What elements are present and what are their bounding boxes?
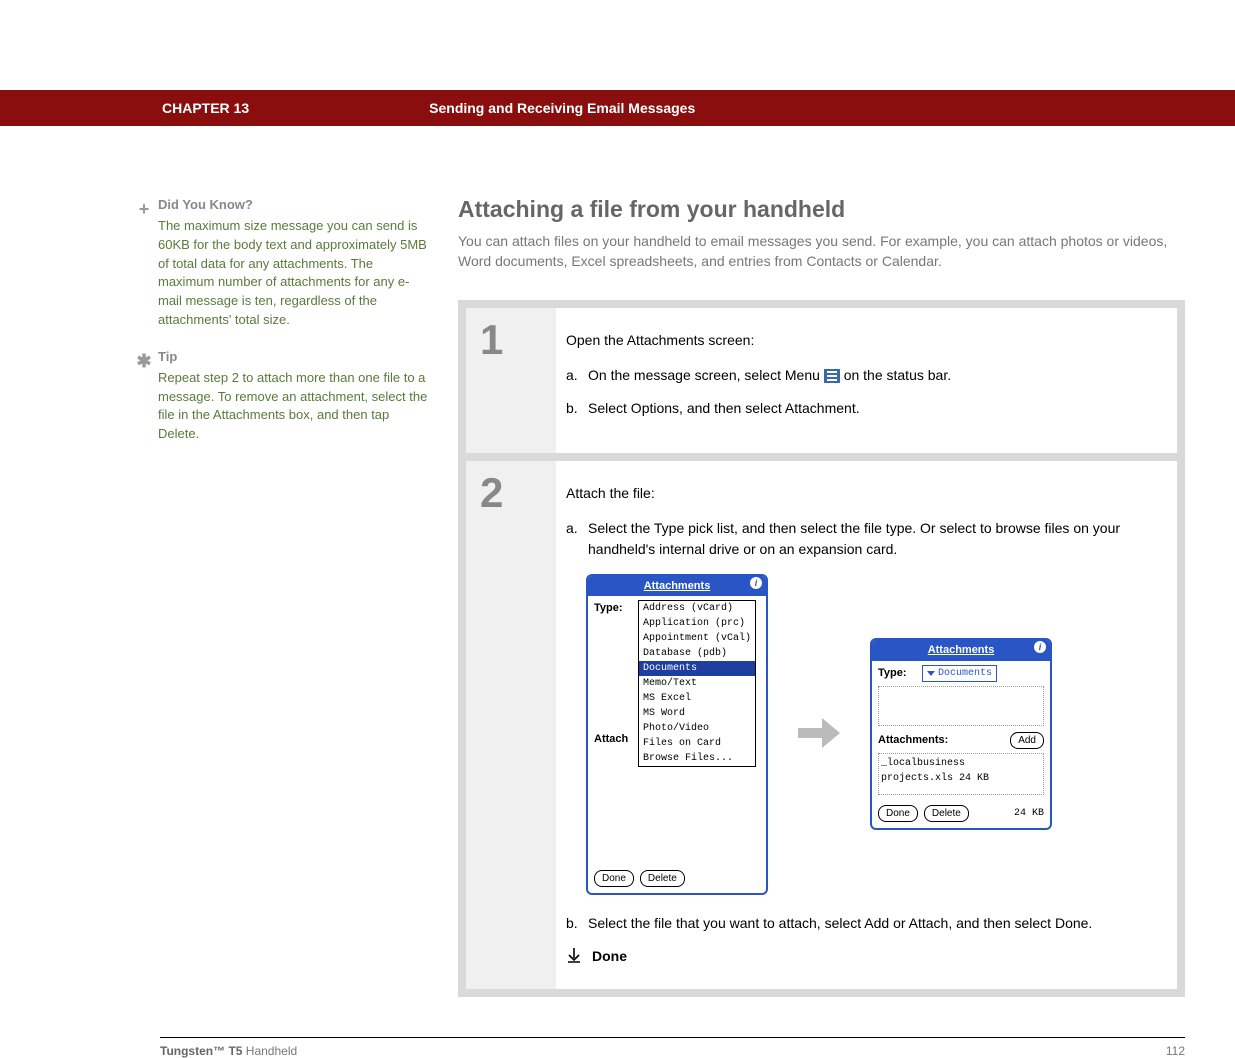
done-label: Done [592, 946, 627, 967]
arrow-right-icon [798, 701, 840, 767]
intro-paragraph: You can attach files on your handheld to… [458, 231, 1185, 272]
list-item[interactable]: Photo/Video [639, 721, 755, 736]
chapter-label: CHAPTER 13 [162, 100, 249, 116]
tip-heading: Tip [158, 348, 430, 367]
list-item[interactable]: Files on Card [639, 736, 755, 751]
step1-b: b. Select Options, and then select Attac… [566, 398, 1161, 419]
list-item[interactable]: Browse Files... [639, 751, 755, 766]
type-label: Type: [594, 600, 638, 617]
info-icon[interactable]: i [1034, 641, 1046, 653]
sidebar: + Did You Know? The maximum size message… [130, 196, 430, 997]
file-browser-box[interactable] [878, 686, 1044, 726]
chapter-title: Sending and Receiving Email Messages [429, 100, 695, 116]
list-item[interactable]: Memo/Text [639, 676, 755, 691]
done-marker: Done [566, 946, 1161, 967]
attachments-dialog-filled: Attachments i Type: Documents At [870, 638, 1052, 830]
step-number: 2 [466, 461, 556, 989]
list-item[interactable]: Application (prc) [639, 616, 755, 631]
did-you-know-text: The maximum size message you can send is… [158, 217, 430, 330]
attachment-entry[interactable]: _localbusiness projects.xls 24 KB [881, 756, 1041, 786]
page-footer: Tungsten™ T5 Handheld 112 [160, 1037, 1185, 1058]
steps-container: 1 Open the Attachments screen: a. On the… [458, 300, 1185, 997]
list-item[interactable]: MS Excel [639, 691, 755, 706]
dialog-title: Attachments i [872, 640, 1050, 661]
step2-a: a. Select the Type pick list, and then s… [566, 518, 1161, 560]
step-2: 2 Attach the file: a. Select the Type pi… [466, 461, 1177, 989]
did-you-know-block: + Did You Know? The maximum size message… [130, 196, 430, 330]
type-picklist[interactable]: Address (vCard) Application (prc) Appoin… [638, 600, 756, 767]
type-dropdown[interactable]: Documents [922, 665, 997, 682]
type-label: Type: [878, 665, 922, 682]
page-number: 112 [1166, 1044, 1185, 1058]
plus-icon: + [130, 196, 158, 330]
info-icon[interactable]: i [750, 577, 762, 589]
list-item[interactable]: Appointment (vCal) [639, 631, 755, 646]
product-name: Tungsten™ T5 Handheld [160, 1044, 297, 1058]
attachments-label: Attachments: [878, 732, 948, 749]
delete-button[interactable]: Delete [640, 870, 685, 887]
delete-button[interactable]: Delete [924, 805, 969, 822]
list-item-selected[interactable]: Documents [639, 661, 755, 676]
dialog-title: Attachments i [588, 576, 766, 597]
tip-text: Repeat step 2 to attach more than one fi… [158, 369, 430, 444]
tip-block: ✱ Tip Repeat step 2 to attach more than … [130, 348, 430, 444]
step1-lead: Open the Attachments screen: [566, 330, 1161, 351]
attach-label-short: Attach [594, 731, 634, 748]
menu-icon [824, 369, 840, 383]
add-button[interactable]: Add [1010, 732, 1044, 749]
screenshot-row: Attachments i Type: Address (vCard) Appl… [586, 574, 1161, 895]
did-you-know-heading: Did You Know? [158, 196, 430, 215]
step1-a: a. On the message screen, select Menu on… [566, 365, 1161, 386]
list-item[interactable]: Address (vCard) [639, 601, 755, 616]
done-button[interactable]: Done [878, 805, 918, 822]
done-arrow-icon [566, 948, 582, 964]
attachments-dialog-picklist: Attachments i Type: Address (vCard) Appl… [586, 574, 768, 895]
list-item[interactable]: MS Word [639, 706, 755, 721]
step2-lead: Attach the file: [566, 483, 1161, 504]
asterisk-icon: ✱ [130, 348, 158, 444]
main-content: Attaching a file from your handheld You … [458, 196, 1185, 997]
step-number: 1 [466, 308, 556, 453]
step2-b: b. Select the file that you want to atta… [566, 913, 1161, 934]
done-button[interactable]: Done [594, 870, 634, 887]
attachments-list-box[interactable]: _localbusiness projects.xls 24 KB [878, 753, 1044, 795]
total-size: 24 KB [1014, 806, 1044, 821]
chevron-down-icon [927, 671, 935, 676]
list-item[interactable]: Database (pdb) [639, 646, 755, 661]
step-1: 1 Open the Attachments screen: a. On the… [466, 308, 1177, 453]
section-title: Attaching a file from your handheld [458, 196, 1185, 223]
chapter-header: CHAPTER 13 Sending and Receiving Email M… [0, 90, 1235, 126]
